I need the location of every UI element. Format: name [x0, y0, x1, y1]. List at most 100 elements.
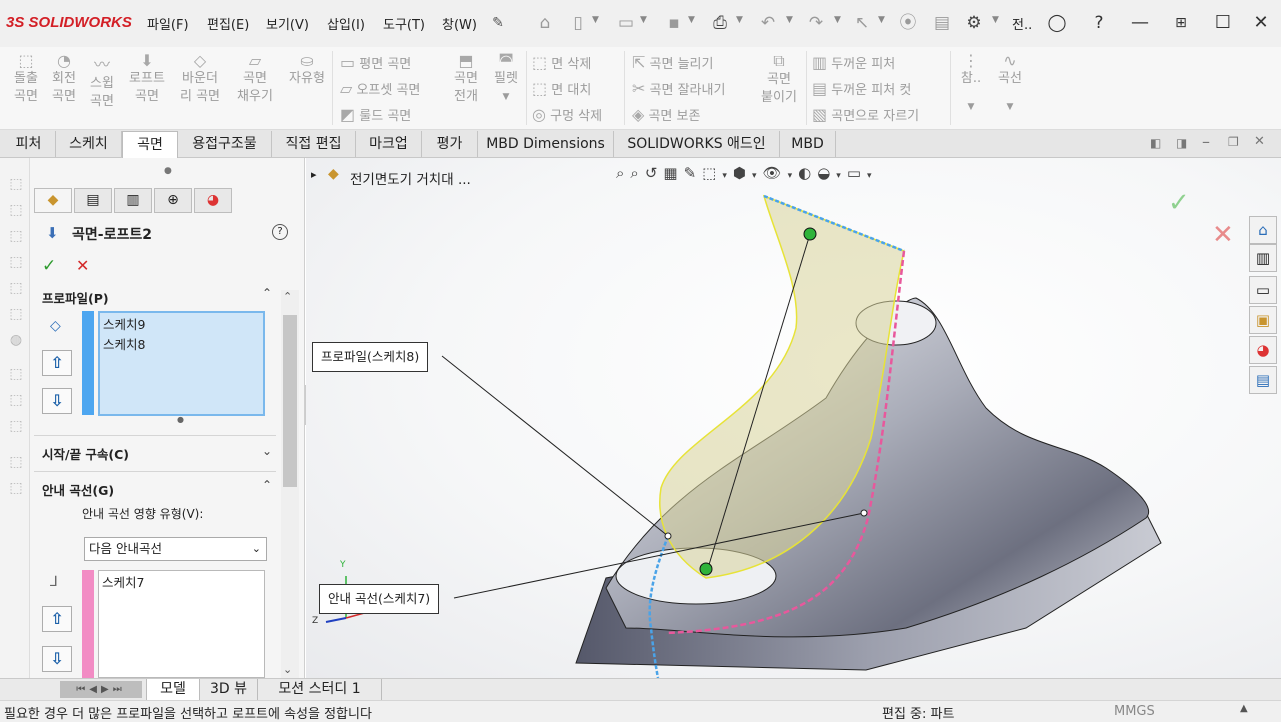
close-icon[interactable]: ✕	[1248, 11, 1274, 35]
replace-face-button[interactable]: ⬚ 면 대치	[532, 79, 591, 98]
chevron-down-icon[interactable]: ⌄	[283, 663, 292, 676]
close-icon[interactable]: ✕	[1254, 134, 1265, 149]
tab-feature-manager[interactable]: ◆	[34, 188, 72, 213]
design-library-icon[interactable]: ▥	[1249, 244, 1277, 272]
chevron-down-icon[interactable]: ▼	[640, 15, 647, 25]
appearance-icon[interactable]: ◐	[798, 164, 817, 182]
curves-button[interactable]: ∿ 곡선 ▼	[990, 51, 1030, 116]
menu-window[interactable]: 창(W)	[442, 14, 477, 33]
new-document-icon[interactable]: ▯	[566, 12, 590, 34]
revolved-surface-button[interactable]: ◔ 회전 곡면	[44, 51, 84, 106]
reference-geometry-button[interactable]: ⋮ 참.. ▼	[954, 51, 988, 116]
connector-handle[interactable]	[699, 562, 713, 576]
feature-icon[interactable]: ⬚	[7, 176, 25, 194]
tab-mbd-dimensions[interactable]: MBD Dimensions	[478, 131, 614, 157]
scene-icon[interactable]: ◒	[817, 164, 836, 182]
filled-surface-button[interactable]: ▱ 곡면 채우기	[230, 51, 280, 106]
list-item[interactable]: 스케치9	[103, 315, 260, 335]
home-icon[interactable]: ⌂	[533, 12, 557, 34]
feature-icon[interactable]: ⬚	[7, 454, 25, 472]
tree-expand-icon[interactable]: ▸	[311, 168, 317, 181]
profile-callout[interactable]: 프로파일(스케치8)	[312, 342, 429, 372]
tab-solidworks-addins[interactable]: SOLIDWORKS 애드인	[614, 131, 780, 157]
appearances-icon[interactable]: ◕	[1249, 336, 1277, 364]
delete-face-button[interactable]: ⬚ 면 삭제	[532, 53, 591, 72]
feature-icon[interactable]: ⬚	[7, 202, 25, 220]
tab-sketch[interactable]: 스케치	[56, 131, 122, 157]
sphere-icon[interactable]: ◍	[7, 332, 25, 350]
open-folder-icon[interactable]: ▭	[614, 12, 638, 34]
user-icon[interactable]: ◯	[1045, 12, 1069, 34]
first-tab-icon[interactable]: ⏮	[76, 684, 89, 695]
move-up-button[interactable]: ⇧	[42, 606, 72, 632]
menu-edit[interactable]: 편집(E)	[207, 14, 249, 33]
tab-3d-views[interactable]: 3D 뷰	[200, 679, 258, 701]
minimize-icon[interactable]: –	[1202, 132, 1210, 151]
delete-hole-button[interactable]: ◎ 구멍 삭제	[532, 105, 602, 124]
tab-property-manager[interactable]: ▤	[74, 188, 112, 213]
splitter-handle[interactable]: ●	[164, 166, 172, 176]
chevron-down-icon[interactable]: ▼	[786, 15, 793, 25]
guide-curve-callout[interactable]: 안내 곡선(스케치7)	[319, 584, 440, 614]
guide-curves-header[interactable]: 안내 곡선(G)	[42, 480, 114, 499]
hide-show-icon[interactable]: 👁	[763, 164, 788, 182]
feature-icon[interactable]: ⬚	[7, 480, 25, 498]
menu-file[interactable]: 파일(F)	[147, 14, 189, 33]
view-palette-icon[interactable]: ▣	[1249, 306, 1277, 334]
resize-handle[interactable]: ●	[177, 415, 184, 424]
chevron-down-icon[interactable]: ▾	[722, 171, 733, 181]
move-down-button[interactable]: ⇩	[42, 388, 72, 414]
surface-flatten-button[interactable]: ⬒ 곡면 전개	[446, 51, 486, 106]
extruded-surface-button[interactable]: ⬚ 돌출 곡면	[6, 51, 46, 106]
tab-weldments[interactable]: 용접구조물	[178, 131, 272, 157]
lofted-surface-button[interactable]: ⬇ 로프트 곡면	[122, 51, 172, 106]
restore-icon[interactable]: ❐	[1228, 135, 1239, 149]
chevron-down-icon[interactable]: ⌄	[262, 444, 272, 458]
last-tab-icon[interactable]: ⏭	[113, 684, 126, 695]
chevron-down-icon[interactable]: ▼	[990, 98, 1030, 116]
ruled-surface-button[interactable]: ◩ 룰드 곡면	[340, 105, 411, 124]
tab-dimxpert[interactable]: ⊕	[154, 188, 192, 213]
next-tab-icon[interactable]: ▶	[101, 684, 113, 695]
chevron-down-icon[interactable]: ▼	[688, 15, 695, 25]
home-icon[interactable]: ⌂	[1249, 216, 1277, 244]
custom-properties-icon[interactable]: ▤	[1249, 366, 1277, 394]
pin-icon[interactable]: ✎	[486, 12, 510, 34]
chevron-down-icon[interactable]: ▼	[954, 98, 988, 116]
menu-tools[interactable]: 도구(T)	[383, 14, 425, 33]
file-explorer-icon[interactable]: ▭	[1249, 276, 1277, 304]
feature-icon[interactable]: ⬚	[7, 418, 25, 436]
chevron-up-icon[interactable]: ▲	[1240, 703, 1248, 714]
minimize-icon[interactable]: —	[1127, 11, 1153, 35]
thicken-button[interactable]: ▥ 두꺼운 피처	[812, 53, 895, 72]
zoom-to-fit-icon[interactable]: ⌕	[616, 164, 630, 182]
confirm-corner-cancel-icon[interactable]: ✕	[1212, 220, 1234, 250]
guide-influence-select[interactable]: 다음 안내곡선 ⌄	[84, 537, 267, 561]
print-icon[interactable]: ⎙	[708, 12, 732, 34]
chevron-down-icon[interactable]: ▼	[878, 15, 885, 25]
tab-surfaces[interactable]: 곡면	[122, 131, 178, 159]
save-icon[interactable]: ▪	[662, 12, 686, 34]
chevron-up-icon[interactable]: ⌃	[262, 286, 272, 300]
cut-with-surface-button[interactable]: ▧ 곡면으로 자르기	[812, 105, 919, 124]
feature-icon[interactable]: ⬚	[7, 366, 25, 384]
help-icon[interactable]: ?	[272, 224, 288, 240]
feature-icon[interactable]: ⬚	[7, 306, 25, 324]
tab-configuration-manager[interactable]: ▥	[114, 188, 152, 213]
cancel-button[interactable]: ✕	[76, 256, 89, 275]
ok-button[interactable]: ✓	[42, 256, 56, 276]
offset-surface-button[interactable]: ▱ 오프셋 곡면	[340, 79, 420, 98]
feature-icon[interactable]: ⬚	[7, 392, 25, 410]
prev-tab-icon[interactable]: ◀	[89, 684, 101, 695]
undo-icon[interactable]: ↶	[756, 12, 780, 34]
tab-scroll-controls[interactable]: ⏮◀▶⏭	[60, 681, 142, 698]
zoom-area-icon[interactable]: ⌕	[630, 164, 644, 182]
start-end-constraints-header[interactable]: 시작/끝 구속(C)	[42, 444, 129, 463]
menu-insert[interactable]: 삽입(I)	[327, 14, 365, 33]
gear-icon[interactable]: ⚙	[962, 12, 986, 34]
list-item[interactable]: 스케치8	[103, 335, 260, 355]
menu-view[interactable]: 보기(V)	[266, 14, 309, 33]
units-indicator[interactable]: MMGS	[1114, 704, 1155, 719]
boundary-surface-button[interactable]: ◇ 바운더 리 곡면	[174, 51, 226, 106]
guide-curve-list[interactable]: 스케치7	[98, 570, 265, 678]
